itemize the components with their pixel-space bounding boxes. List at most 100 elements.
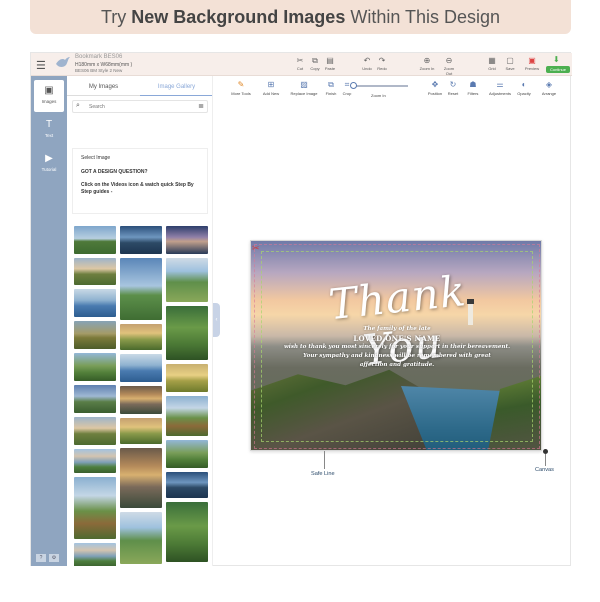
filters-button[interactable]: ☗ Filters (462, 79, 484, 96)
doc-style: BES06 BM Style 2 New (75, 68, 123, 73)
gallery-thumb[interactable] (120, 386, 162, 414)
zoom-slider[interactable] (350, 82, 408, 89)
copy-icon: ⧉ (312, 56, 318, 65)
add-new-button[interactable]: ⊞ Add New (258, 79, 284, 96)
gallery-thumb[interactable] (166, 364, 208, 392)
gallery-thumb[interactable] (166, 472, 208, 498)
gallery-thumb[interactable] (166, 440, 208, 468)
card-line-3: Your sympathy and kindness will be remem… (303, 353, 491, 359)
paste-button[interactable]: ▤ Paste (322, 55, 338, 71)
paste-icon: ▤ (326, 56, 334, 65)
add-new-label: Add New (262, 91, 280, 96)
finish-label: Finish (325, 91, 337, 96)
gallery-thumb[interactable] (120, 324, 162, 350)
image-toolbar: ✎ More Tools ⊞ Add New ▨ Replace Image ⧉ Fin… (219, 79, 572, 101)
copy-label: Copy (310, 66, 320, 71)
design-question: GOT A DESIGN QUESTION? (81, 169, 148, 175)
cart-icon: ⬇ (553, 55, 560, 64)
gallery-thumb[interactable] (74, 321, 116, 349)
gallery-thumb[interactable] (120, 258, 162, 320)
zoom-in-label: Zoom In (419, 66, 435, 71)
zoom-out-icon: ⊖ (445, 56, 453, 65)
gallery-thumb[interactable] (120, 512, 162, 564)
gallery-thumb[interactable] (74, 258, 116, 285)
zoom-out-label: Zoom Out (443, 66, 455, 76)
arrange-label: Arrange (541, 91, 557, 96)
top-bar: ☰ Bookmark BES06 H180mm x W68mm(mm ) BES… (31, 53, 572, 76)
rail-item-images[interactable]: ▣ Images (34, 80, 64, 112)
redo-button[interactable]: ↷ Redo (374, 55, 390, 71)
select-image-label: Select Image (81, 155, 111, 161)
gallery-thumb[interactable] (166, 502, 208, 562)
gallery-thumb[interactable] (120, 354, 162, 382)
zoom-slider-knob[interactable] (350, 82, 357, 89)
image-gallery (72, 224, 208, 566)
grid-label: Grid (488, 66, 496, 71)
left-rail: ▣ Images T Text ▶ Tutorial ? ⚙ (31, 76, 67, 566)
gallery-thumb[interactable] (74, 449, 116, 473)
gallery-thumb[interactable] (74, 385, 116, 413)
reset-icon: ↻ (449, 80, 457, 89)
zoom-in-label: Zoom In (371, 93, 386, 98)
zoom-in-button[interactable]: ⊕ Zoom In (419, 55, 435, 71)
rail-bottom-controls: ? ⚙ (36, 554, 59, 562)
tab-my-images[interactable]: My Images (67, 82, 140, 96)
opacity-button[interactable]: ◐ Opacity (512, 79, 536, 96)
redo-label: Redo (377, 66, 387, 71)
cut-button[interactable]: ✂ Cut (292, 55, 308, 71)
design-canvas[interactable]: ✂ Thank You The family of the late LOVED… (250, 240, 542, 451)
undo-button[interactable]: ↶ Undo (359, 55, 375, 71)
rail-item-tutorial[interactable]: ▶ Tutorial (34, 148, 64, 180)
gallery-thumb[interactable] (166, 396, 208, 436)
search-input[interactable] (89, 103, 189, 111)
gallery-thumb[interactable] (74, 353, 116, 381)
card-message[interactable]: The family of the late LOVED ONE'S NAME … (251, 325, 541, 370)
adjustments-label: Adjustments (488, 91, 511, 96)
more-tools-button[interactable]: ✎ More Tools (228, 79, 254, 96)
card-line-4: affection and gratitude. (359, 362, 435, 368)
settings-icon[interactable]: ⚙ (49, 554, 59, 562)
gallery-thumb[interactable] (74, 289, 116, 317)
grid-icon: ▦ (488, 56, 496, 65)
help-icon[interactable]: ? (36, 554, 46, 562)
reset-label: Reset (447, 91, 459, 96)
preview-button[interactable]: ▣ Preview (524, 55, 540, 71)
grid-button[interactable]: ▦ Grid (484, 55, 500, 71)
replace-image-label: Replace Image (290, 91, 318, 96)
zoom-out-button[interactable]: ⊖ Zoom Out (441, 55, 457, 76)
cut-label: Cut (296, 66, 304, 71)
gallery-thumb[interactable] (120, 448, 162, 508)
more-tools-label: More Tools (231, 91, 251, 96)
gallery-thumb[interactable] (74, 477, 116, 539)
gallery-thumb[interactable] (120, 226, 162, 254)
zoom-in-icon: ⊕ (423, 56, 431, 65)
menu-icon[interactable]: ☰ (36, 59, 46, 72)
gallery-thumb[interactable] (74, 417, 116, 445)
gallery-thumb[interactable] (120, 418, 162, 444)
tab-image-gallery[interactable]: Image Gallery (140, 82, 212, 96)
save-label: Save (505, 66, 515, 71)
adjustments-button[interactable]: ⚌ Adjustments (486, 79, 514, 96)
promo-banner: Try New Background Images Within This De… (30, 0, 571, 34)
copy-button[interactable]: ⧉ Copy (307, 55, 323, 71)
gallery-thumb[interactable] (74, 226, 116, 254)
filter-icon[interactable]: ≣ (198, 102, 204, 110)
edit-icon: ✎ (237, 80, 245, 89)
safe-line-label: Safe Line (311, 471, 335, 477)
gallery-thumb[interactable] (166, 226, 208, 254)
design-editor: ☰ Bookmark BES06 H180mm x W68mm(mm ) BES… (30, 52, 572, 566)
preview-icon: ▣ (528, 56, 536, 65)
gallery-thumb[interactable] (166, 258, 208, 302)
card-line-2: wish to thank you most sincerely for you… (283, 344, 511, 350)
arrange-button[interactable]: ◈ Arrange (537, 79, 561, 96)
paste-label: Paste (324, 66, 336, 71)
gallery-thumb[interactable] (74, 543, 116, 566)
gallery-thumb[interactable] (166, 306, 208, 360)
rail-item-text[interactable]: T Text (34, 114, 64, 146)
reset-button[interactable]: ↻ Reset (442, 79, 464, 96)
replace-image-button[interactable]: ▨ Replace Image (288, 79, 320, 96)
save-button[interactable]: ▢ Save (502, 55, 518, 71)
scissors-icon: ✂ (296, 56, 304, 65)
continue-button[interactable]: Continue (546, 66, 570, 73)
text-icon: T (45, 119, 53, 130)
